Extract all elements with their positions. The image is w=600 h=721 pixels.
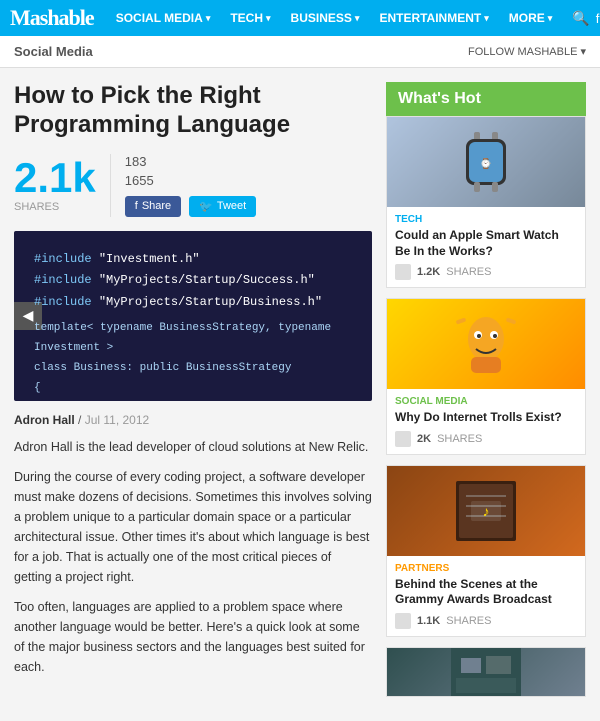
svg-text:⌚: ⌚ [480, 157, 492, 170]
facebook-icon[interactable]: f [596, 11, 600, 26]
nav-item-business[interactable]: BUSINESS ▾ [283, 7, 368, 29]
hot-item-4[interactable] [386, 647, 586, 697]
shares-count-3: 1.1K [417, 615, 440, 627]
article-date: Jul 11, 2012 [85, 413, 150, 427]
hot-item-body-3: PARTNERS Behind the Scenes at the Grammy… [387, 556, 585, 636]
nav-item-entertainment[interactable]: ENTERTAINMENT ▾ [371, 7, 496, 29]
chevron-down-icon: ▾ [266, 13, 271, 24]
follow-mashable-button[interactable]: FOLLOW MASHABLE ▾ [468, 45, 586, 58]
hot-item-image-2 [387, 299, 585, 389]
nav-item-more[interactable]: MORE ▾ [501, 7, 561, 29]
shares-big-number: 2.1k [14, 157, 96, 199]
facebook-icon: f [135, 200, 138, 212]
chevron-down-icon: ▾ [206, 13, 211, 24]
stat-number-1: 183 [125, 154, 256, 169]
svg-text:♪: ♪ [483, 503, 490, 519]
nav-item-tech[interactable]: TECH ▾ [222, 7, 278, 29]
code-image-overlay: #include "Investment.h" #include "MyProj… [14, 231, 372, 401]
hot-item-category-1: TECH [395, 214, 577, 225]
hot-item-category-3: PARTNERS [395, 563, 577, 574]
hot-item-shares-3: 1.1K SHARES [395, 613, 577, 629]
hot-item-body-2: SOCIAL MEDIA Why Do Internet Trolls Exis… [387, 389, 585, 454]
chevron-down-icon: ▾ [548, 13, 553, 24]
search-icon[interactable]: 🔍 [572, 10, 589, 27]
hot-item-2[interactable]: SOCIAL MEDIA Why Do Internet Trolls Exis… [386, 298, 586, 455]
hot-item-body-1: TECH Could an Apple Smart Watch Be In th… [387, 207, 585, 287]
sidebar: What's Hot ⌚ TECH Could an Apple Smart W… [386, 82, 586, 707]
twitter-share-button[interactable]: 🐦 Tweet [189, 196, 256, 217]
social-buttons: f Share 🐦 Tweet [125, 196, 256, 217]
whats-hot-header: What's Hot [386, 82, 586, 116]
author-line: Adron Hall / Jul 11, 2012 [14, 413, 372, 427]
body-paragraph-2: Too often, languages are applied to a pr… [14, 597, 372, 677]
main-layout: How to Pick the Right Programming Langua… [0, 68, 600, 721]
shares-icon [395, 264, 411, 280]
nav-icons: 🔍 f 𝕥 g⁺ [564, 6, 600, 31]
hot-item-1[interactable]: ⌚ TECH Could an Apple Smart Watch Be In … [386, 116, 586, 288]
top-navigation: Mashable SOCIAL MEDIA ▾ TECH ▾ BUSINESS … [0, 0, 600, 36]
article-image: ◀ #include "Investment.h" #include "MyPr… [14, 231, 372, 401]
shares-icon [395, 613, 411, 629]
site-logo[interactable]: Mashable [10, 5, 94, 31]
secondary-bar: Social Media FOLLOW MASHABLE ▾ [0, 36, 600, 68]
hot-item-4-illustration [451, 648, 521, 697]
stats-row: 2.1k SHARES 183 1655 f Share 🐦 Tweet [14, 154, 372, 217]
nav-item-social-media[interactable]: SOCIAL MEDIA ▾ [108, 7, 219, 29]
grammy-illustration: ♪ [451, 476, 521, 546]
hot-item-category-2: SOCIAL MEDIA [395, 396, 577, 407]
hot-item-image-1: ⌚ [387, 117, 585, 207]
chevron-down-icon: ▾ [484, 13, 489, 24]
author-bio: Adron Hall is the lead developer of clou… [14, 437, 372, 457]
facebook-share-button[interactable]: f Share [125, 196, 181, 217]
hot-item-3[interactable]: ♪ PARTNERS Behind the Scenes at the Gram… [386, 465, 586, 637]
shares-icon [395, 431, 411, 447]
article-title: How to Pick the Right Programming Langua… [14, 82, 372, 140]
hot-item-image-3: ♪ [387, 466, 585, 556]
troll-illustration [451, 309, 521, 379]
hot-item-title-2[interactable]: Why Do Internet Trolls Exist? [395, 410, 577, 426]
hot-item-image-4 [387, 648, 585, 697]
article-column: How to Pick the Right Programming Langua… [14, 82, 372, 707]
shares-label: SHARES [14, 201, 96, 213]
stats-numbers: 183 1655 f Share 🐦 Tweet [110, 154, 256, 217]
body-paragraph-1: During the course of every coding projec… [14, 467, 372, 587]
article-body: Adron Hall is the lead developer of clou… [14, 437, 372, 677]
shares-count-2: 2K [417, 433, 431, 445]
author-name[interactable]: Adron Hall [14, 413, 75, 427]
chevron-down-icon: ▾ [355, 13, 360, 24]
hot-item-title-1[interactable]: Could an Apple Smart Watch Be In the Wor… [395, 228, 577, 259]
hot-item-shares-1: 1.2K SHARES [395, 264, 577, 280]
smartwatch-illustration: ⌚ [456, 127, 516, 197]
breadcrumb[interactable]: Social Media [14, 44, 93, 59]
shares-count-display: 2.1k SHARES [14, 157, 96, 213]
stat-number-2: 1655 [125, 173, 256, 188]
hot-item-shares-2: 2K SHARES [395, 431, 577, 447]
hot-item-title-3[interactable]: Behind the Scenes at the Grammy Awards B… [395, 577, 577, 608]
twitter-icon: 🐦 [199, 200, 213, 213]
separator: / [78, 413, 85, 427]
shares-count-1: 1.2K [417, 266, 440, 278]
